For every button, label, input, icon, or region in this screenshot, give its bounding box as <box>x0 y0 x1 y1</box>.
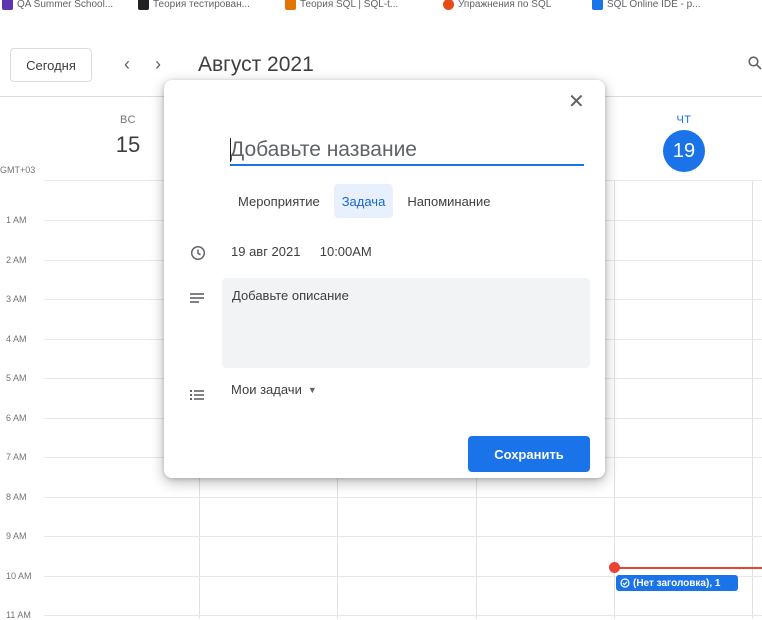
description-placeholder: Добавьте описание <box>232 288 349 303</box>
hour-gridline <box>44 615 762 616</box>
bookmark-label: Теория тестирован... <box>153 0 250 10</box>
hour-label: 8 AM <box>6 492 27 502</box>
bookmark-label: SQL Online IDE - p... <box>607 0 701 10</box>
chevron-left-icon[interactable]: ‹ <box>124 54 130 75</box>
dropdown-arrow-icon: ▼ <box>307 384 317 395</box>
hour-label: 6 AM <box>6 413 27 423</box>
column-divider <box>752 180 753 619</box>
hour-gridline <box>44 536 762 537</box>
bookmark-item[interactable]: SQL Online IDE - p... <box>592 0 701 10</box>
tab-reminder[interactable]: Напоминание <box>399 184 498 218</box>
day-of-week: ВС <box>120 114 136 126</box>
bookmark-favicon-icon <box>592 0 603 10</box>
day-header-sunday[interactable]: ВС 15 <box>100 114 156 158</box>
event-title: (Нет заголовка), 1 <box>633 577 721 589</box>
hour-label: 4 AM <box>6 334 27 344</box>
hour-label: 7 AM <box>6 452 27 462</box>
description-field[interactable]: Добавьте описание <box>222 278 590 368</box>
day-header-thursday[interactable]: ЧТ 19 <box>656 114 712 172</box>
task-list-icon <box>190 387 204 405</box>
day-number[interactable]: 15 <box>100 132 156 158</box>
bookmark-favicon-icon <box>2 0 13 10</box>
current-time-line <box>614 567 762 569</box>
bookmark-label: QA Summer School... <box>17 0 114 10</box>
bookmark-item[interactable]: QA Summer School... <box>2 0 113 10</box>
text-caret <box>230 138 231 162</box>
description-icon <box>190 292 204 310</box>
hour-label: 9 AM <box>6 531 27 541</box>
time-value[interactable]: 10:00AM <box>320 244 372 259</box>
datetime-row[interactable]: 19 авг 2021 10:00AM <box>231 244 372 259</box>
task-check-icon <box>620 578 630 588</box>
task-list-name: Мои задачи <box>231 382 302 397</box>
hour-label: 10 AM <box>6 571 32 581</box>
close-icon[interactable]: ✕ <box>568 89 585 114</box>
event-type-tabs: Мероприятие Задача Напоминание <box>230 184 498 218</box>
title-input[interactable] <box>230 136 584 166</box>
bookmark-item[interactable]: Теория SQL | SQL-t... <box>285 0 398 10</box>
column-divider <box>614 180 615 619</box>
bookmark-favicon-icon <box>285 0 296 10</box>
today-button[interactable]: Сегодня <box>10 48 92 82</box>
bookmarks-bar: QA Summer School... Теория тестирован...… <box>0 0 762 13</box>
current-time-dot <box>609 562 620 573</box>
tab-event[interactable]: Мероприятие <box>230 184 328 218</box>
timezone-label: GMT+03 <box>0 165 36 175</box>
hour-gridline <box>44 497 762 498</box>
date-value[interactable]: 19 авг 2021 <box>231 244 300 259</box>
bookmark-item[interactable]: Теория тестирован... <box>138 0 250 10</box>
create-task-dialog: ✕ Мероприятие Задача Напоминание 19 авг … <box>164 80 605 478</box>
hour-label: 1 AM <box>6 215 27 225</box>
hour-label: 2 AM <box>6 255 27 265</box>
bookmark-favicon-icon <box>443 0 454 10</box>
day-of-week: ЧТ <box>676 114 692 126</box>
save-button[interactable]: Сохранить <box>468 436 590 472</box>
task-list-selector[interactable]: Мои задачи ▼ <box>231 382 317 397</box>
tab-task[interactable]: Задача <box>333 184 394 218</box>
hour-label: 5 AM <box>6 373 27 383</box>
chevron-right-icon[interactable]: › <box>155 54 161 75</box>
search-icon[interactable] <box>748 56 762 75</box>
bookmark-favicon-icon <box>138 0 149 10</box>
task-event-chip[interactable]: (Нет заголовка), 1 <box>616 575 738 591</box>
hour-label: 3 AM <box>6 294 27 304</box>
month-title: Август 2021 <box>198 53 314 76</box>
day-number-today[interactable]: 19 <box>663 130 705 172</box>
bookmark-item[interactable]: Упражнения по SQL <box>443 0 551 10</box>
bookmark-label: Теория SQL | SQL-t... <box>300 0 399 10</box>
clock-icon <box>190 245 206 266</box>
bookmark-label: Упражнения по SQL <box>458 0 552 10</box>
